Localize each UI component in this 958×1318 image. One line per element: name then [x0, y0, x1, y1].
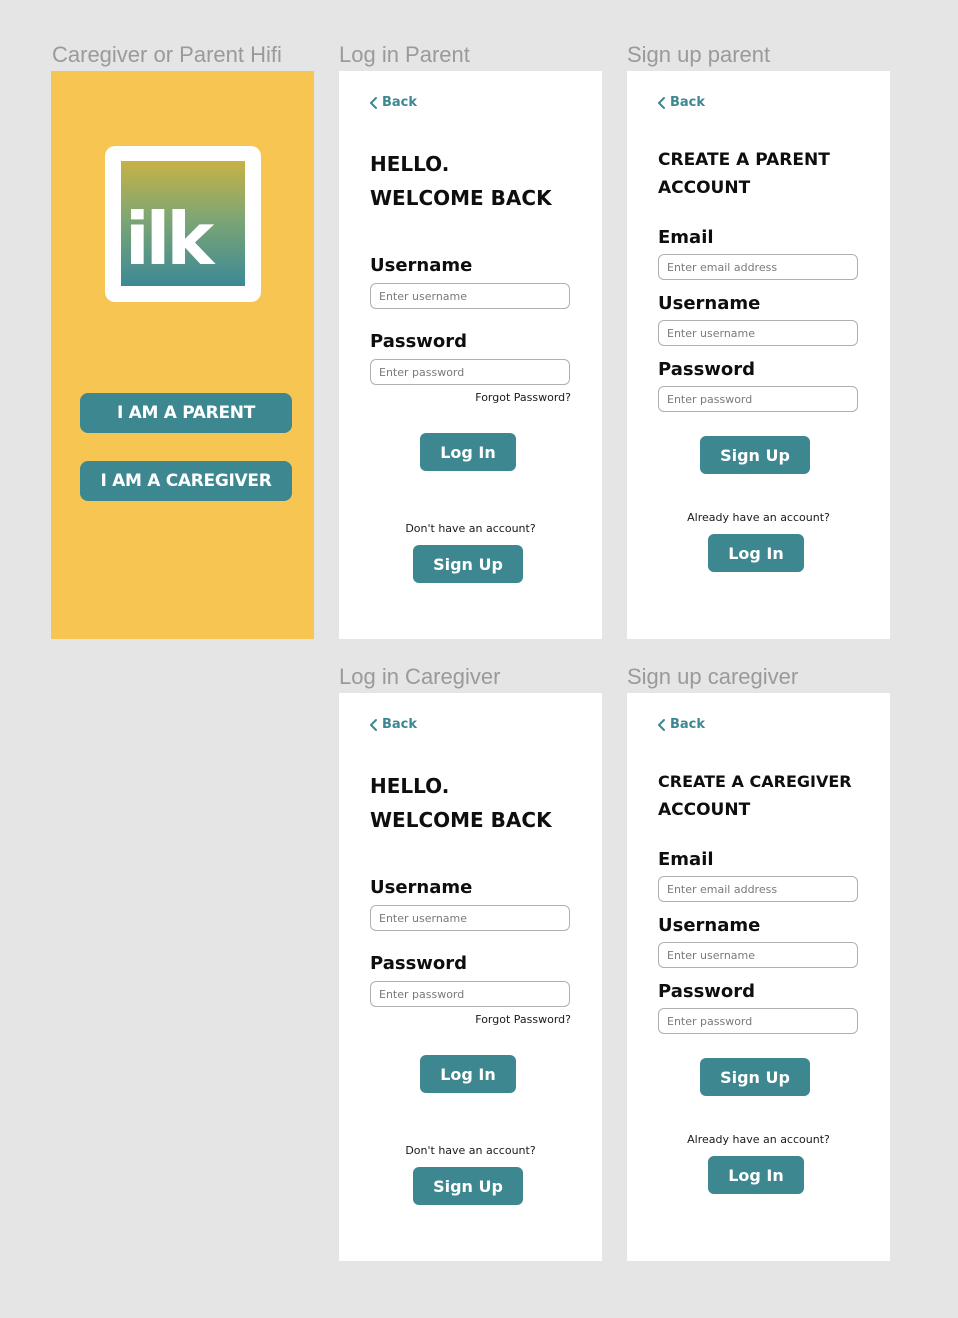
back-label: Back — [670, 95, 706, 110]
logo-gradient: ilk — [121, 161, 245, 286]
ilk-logo: ilk — [105, 146, 261, 302]
i-am-a-caregiver-button[interactable]: I AM A CAREGIVER — [80, 461, 292, 501]
username-input[interactable] — [658, 942, 858, 968]
page-title-line1: HELLO. — [370, 774, 450, 798]
password-input[interactable] — [658, 386, 858, 412]
chevron-left-icon — [370, 718, 377, 731]
page-title-line2: WELCOME BACK — [370, 808, 552, 832]
chevron-left-icon — [658, 718, 665, 731]
username-label: Username — [658, 915, 761, 936]
email-label: Email — [658, 849, 714, 870]
logo-text: ilk — [125, 197, 214, 281]
password-input[interactable] — [658, 1008, 858, 1034]
page-title-line1: CREATE A CAREGIVER — [658, 772, 852, 791]
username-label: Username — [658, 293, 761, 314]
frame-label-login-parent: Log in Parent — [339, 42, 470, 67]
sign-up-button[interactable]: Sign Up — [413, 545, 523, 583]
password-input[interactable] — [370, 981, 570, 1007]
frame-label-signup-parent: Sign up parent — [627, 42, 771, 67]
log-in-button[interactable]: Log In — [708, 1156, 804, 1194]
password-input[interactable] — [370, 359, 570, 385]
password-label: Password — [658, 359, 756, 380]
log-in-button[interactable]: Log In — [420, 433, 516, 471]
forgot-password-link[interactable]: Forgot Password? — [475, 391, 571, 404]
page-title-line2: ACCOUNT — [658, 800, 751, 820]
back-link[interactable]: Back — [656, 95, 705, 110]
back-label: Back — [670, 717, 706, 732]
page-title-line2: WELCOME BACK — [370, 186, 552, 210]
back-link[interactable]: Back — [656, 717, 705, 732]
username-label: Username — [370, 255, 473, 276]
page-title-line2: ACCOUNT — [658, 178, 751, 198]
chevron-left-icon — [370, 96, 377, 109]
back-link[interactable]: Back — [368, 95, 417, 110]
email-input[interactable] — [658, 876, 858, 902]
frame-label-signup-caregiver: Sign up caregiver — [627, 664, 799, 689]
username-input[interactable] — [370, 905, 570, 931]
welcome-screen: ilk I AM A PARENT I AM A CAREGIVER — [51, 71, 314, 639]
password-label: Password — [370, 953, 468, 974]
frame-label-login-caregiver: Log in Caregiver — [339, 664, 501, 689]
have-account-text: Already have an account? — [687, 511, 830, 524]
email-input[interactable] — [658, 254, 858, 280]
frame-label-welcome: Caregiver or Parent Hifi — [52, 42, 282, 67]
username-label: Username — [370, 877, 473, 898]
login-parent-screen: Back HELLO. WELCOME BACK Username Passwo… — [339, 71, 602, 639]
signup-caregiver-screen: Back CREATE A CAREGIVER ACCOUNT Email Us… — [627, 693, 890, 1261]
page-title-line1: CREATE A PARENT — [658, 150, 830, 170]
sign-up-button[interactable]: Sign Up — [700, 1058, 810, 1096]
signup-parent-screen: Back CREATE A PARENT ACCOUNT Email Usern… — [627, 71, 890, 639]
username-input[interactable] — [658, 320, 858, 346]
sign-up-button[interactable]: Sign Up — [700, 436, 810, 474]
back-link[interactable]: Back — [368, 717, 417, 732]
page-title-line1: HELLO. — [370, 152, 450, 176]
have-account-text: Already have an account? — [687, 1133, 830, 1146]
username-input[interactable] — [370, 283, 570, 309]
i-am-a-parent-button[interactable]: I AM A PARENT — [80, 393, 292, 433]
log-in-button[interactable]: Log In — [420, 1055, 516, 1093]
password-label: Password — [658, 981, 756, 1002]
no-account-text: Don't have an account? — [405, 522, 536, 535]
chevron-left-icon — [658, 96, 665, 109]
no-account-text: Don't have an account? — [405, 1144, 536, 1157]
password-label: Password — [370, 331, 468, 352]
log-in-button[interactable]: Log In — [708, 534, 804, 572]
back-label: Back — [382, 95, 418, 110]
email-label: Email — [658, 227, 714, 248]
login-caregiver-screen: Back HELLO. WELCOME BACK Username Passwo… — [339, 693, 602, 1261]
forgot-password-link[interactable]: Forgot Password? — [475, 1013, 571, 1026]
sign-up-button[interactable]: Sign Up — [413, 1167, 523, 1205]
back-label: Back — [382, 717, 418, 732]
